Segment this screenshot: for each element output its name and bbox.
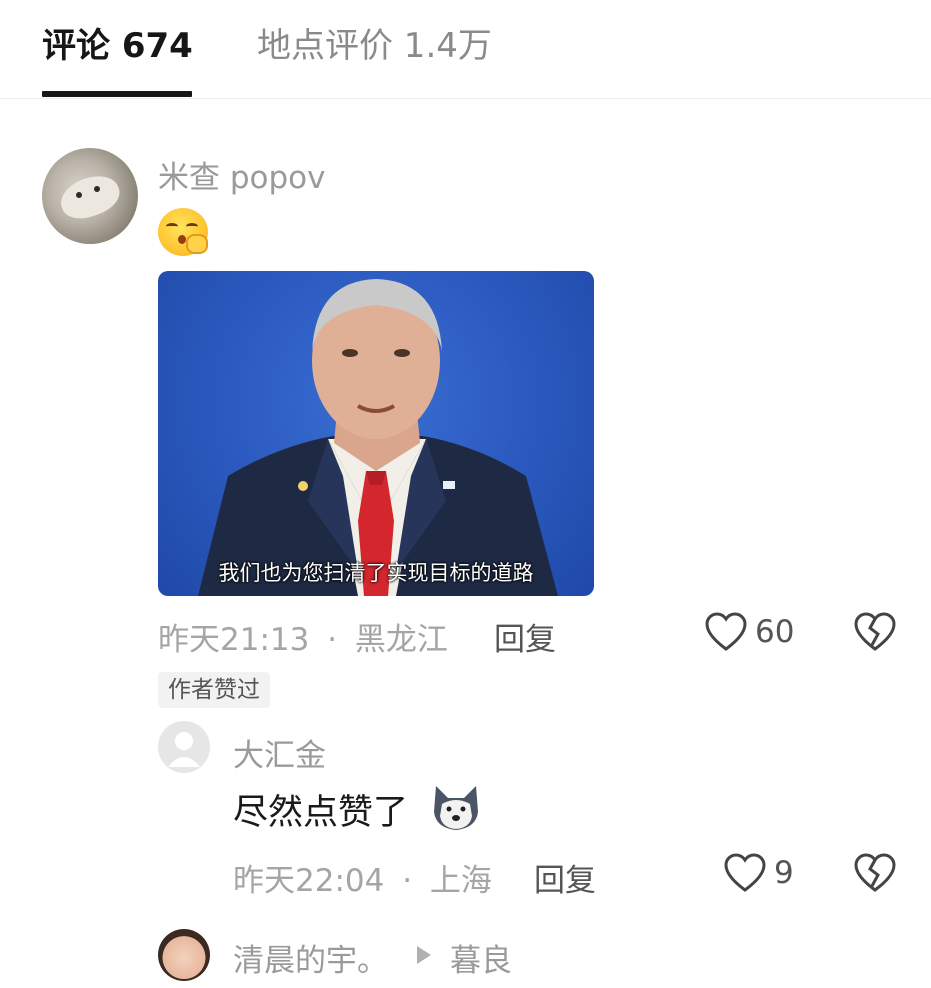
seal-eye [94, 186, 100, 192]
like-button[interactable]: 60 [705, 612, 794, 652]
reply-text: 尽然点赞了 [233, 793, 409, 833]
like-count: 60 [755, 614, 795, 650]
reply-meta: 昨天22:04 · 上海 [233, 855, 492, 900]
meta-separator: · [327, 622, 338, 658]
comment-video[interactable]: 我们也为您扫清了实现目标的道路 [158, 271, 594, 596]
like-button[interactable]: 9 [724, 853, 794, 893]
broken-heart-icon[interactable] [854, 853, 896, 893]
reply-username[interactable]: 大汇金 [233, 730, 326, 775]
next-reply-username[interactable]: 清晨的宇。 [233, 935, 388, 980]
emoji-eye [186, 223, 198, 230]
video-subtitle: 我们也为您扫清了实现目标的道路 [218, 561, 534, 585]
default-avatar-icon [168, 732, 200, 767]
reply-to-arrow-icon [417, 946, 431, 964]
video-frame [198, 279, 558, 596]
seal-picture [55, 168, 125, 226]
avatar[interactable] [42, 148, 138, 244]
reply-to-username[interactable]: 暮良 [450, 935, 512, 980]
comment-username[interactable]: 米查 popov [158, 152, 326, 197]
emoji-mouth [178, 235, 186, 244]
comment-location: 黑龙江 [354, 622, 448, 658]
heart-icon [724, 853, 766, 892]
reply-button[interactable]: 回复 [494, 614, 556, 659]
meta-separator: · [402, 863, 413, 899]
reply-time: 昨天22:04 [233, 863, 385, 899]
avatar[interactable] [158, 721, 210, 773]
comment-tabs: 评论 674 地点评价 1.4万 [0, 0, 931, 99]
broken-heart-icon[interactable] [854, 612, 896, 652]
reply-button[interactable]: 回复 [534, 855, 596, 900]
emoji-eye [166, 223, 178, 230]
comment-meta: 昨天21:13 · 黑龙江 [158, 614, 448, 659]
avatar[interactable] [158, 929, 210, 981]
reply-location: 上海 [429, 863, 492, 899]
tab-location-reviews[interactable]: 地点评价 1.4万 [257, 24, 492, 68]
heart-icon [705, 612, 747, 651]
kiss-emoji-icon [158, 208, 208, 256]
active-tab-indicator [42, 91, 192, 97]
husky-emoji-icon [434, 786, 478, 830]
like-count: 9 [774, 855, 794, 891]
author-liked-badge: 作者赞过 [158, 672, 270, 708]
seal-eye [76, 192, 82, 198]
emoji-hand [186, 234, 208, 254]
comment-time: 昨天21:13 [158, 622, 310, 658]
tab-comments[interactable]: 评论 674 [42, 24, 193, 68]
